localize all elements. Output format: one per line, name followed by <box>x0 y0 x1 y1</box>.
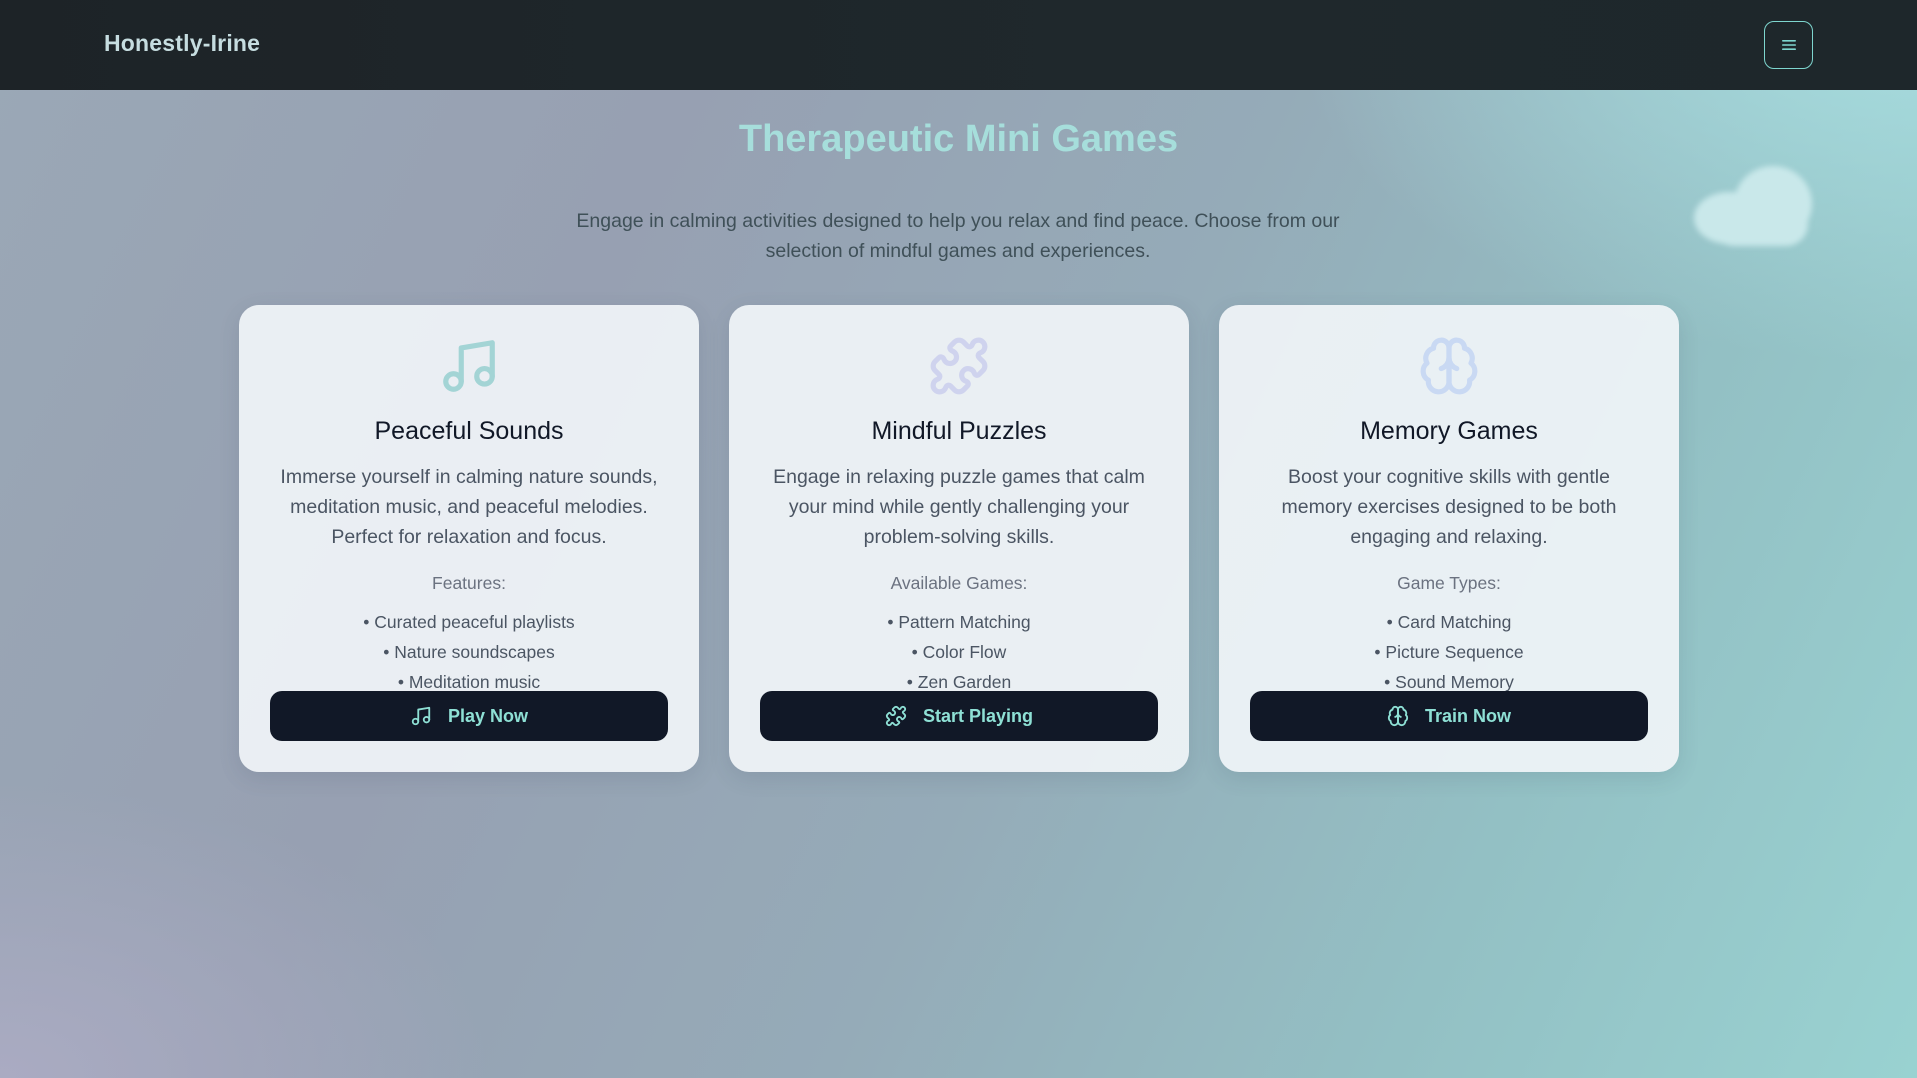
start-playing-button[interactable]: Start Playing <box>760 691 1158 741</box>
button-label: Train Now <box>1424 705 1511 726</box>
feature-list: Card Matching Picture Sequence Sound Mem… <box>1219 607 1679 697</box>
features-heading: Game Types: <box>1397 573 1501 593</box>
list-item: Card Matching <box>1219 607 1679 637</box>
puzzle-piece-icon <box>885 705 907 727</box>
play-now-button[interactable]: Play Now <box>270 691 668 741</box>
page-intro-text: Engage in calming activities designed to… <box>576 210 1340 262</box>
features-heading: Features: <box>432 573 506 593</box>
music-note-icon <box>443 340 495 392</box>
card-title: Peaceful Sounds <box>374 417 564 445</box>
menu-toggle-button[interactable] <box>1764 21 1813 69</box>
brand-logo-text[interactable]: Honestly-Irine <box>104 30 260 57</box>
game-card-peaceful-sounds: Peaceful Sounds Immerse yourself in calm… <box>239 305 699 772</box>
music-note-icon <box>411 706 431 726</box>
page-title: Therapeutic Mini Games <box>738 118 1179 160</box>
list-item: Curated peaceful playlists <box>239 607 699 637</box>
list-item: Nature soundscapes <box>239 637 699 667</box>
hamburger-menu-icon <box>1781 40 1796 50</box>
card-description: Engage in relaxing puzzle games that cal… <box>773 466 1145 548</box>
brain-icon <box>1420 337 1478 395</box>
card-description: Boost your cognitive skills with gentle … <box>1281 466 1617 548</box>
button-label: Start Playing <box>922 705 1034 726</box>
list-item: Picture Sequence <box>1219 637 1679 667</box>
train-now-button[interactable]: Train Now <box>1250 691 1648 741</box>
feature-list: Curated peaceful playlists Nature sounds… <box>239 607 699 697</box>
brain-icon <box>1387 705 1409 727</box>
features-heading: Available Games: <box>890 573 1028 593</box>
button-label: Play Now <box>447 705 529 726</box>
game-card-mindful-puzzles: Mindful Puzzles Engage in relaxing puzzl… <box>729 305 1189 772</box>
card-description: Immerse yourself in calming nature sound… <box>280 466 658 548</box>
decorative-cloud <box>1694 162 1818 248</box>
top-navbar: Honestly-Irine <box>0 0 1917 90</box>
puzzle-piece-icon <box>930 337 988 395</box>
list-item: Color Flow <box>729 637 1189 667</box>
card-title: Memory Games <box>1360 417 1538 445</box>
game-card-memory-games: Memory Games Boost your cognitive skills… <box>1219 305 1679 772</box>
feature-list: Pattern Matching Color Flow Zen Garden <box>729 607 1189 697</box>
list-item: Pattern Matching <box>729 607 1189 637</box>
card-title: Mindful Puzzles <box>871 417 1047 445</box>
